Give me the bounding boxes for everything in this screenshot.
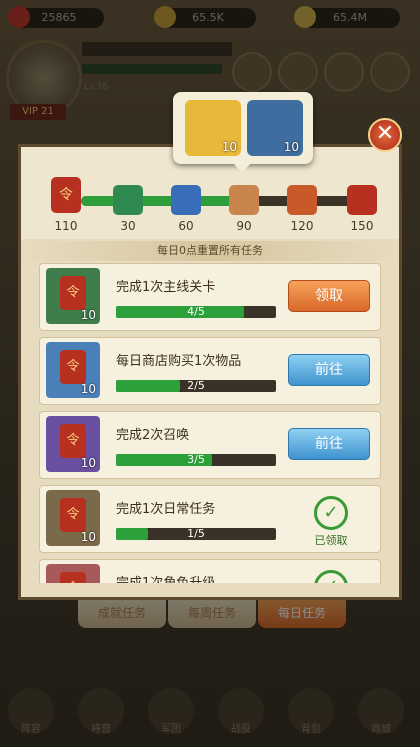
reward-count: 10	[80, 530, 96, 544]
task-reward-icon: 令 10	[46, 416, 100, 472]
check-icon: ✓	[314, 496, 348, 530]
reward-chest-icon[interactable]	[229, 185, 259, 215]
task-list[interactable]: 令 10 完成1次主线关卡 4/5 领取令 10 每日商店购买1次物品 2/5 前往令 10 完成2…	[39, 263, 387, 583]
task-row: 令 10 完成2次召唤 3/5 前往	[39, 411, 381, 479]
order-token-icon: 令	[60, 424, 86, 458]
check-icon: ✓	[314, 570, 348, 583]
task-reward-icon: 令 10	[46, 268, 100, 324]
reward-count: 10	[80, 308, 96, 322]
task-progress-bar: 1/5	[116, 528, 276, 540]
chest-milestone-label: 30	[120, 219, 136, 233]
reset-notice: 每日0点重置所有任务	[21, 241, 399, 261]
chest-milestone-label: 60	[178, 219, 194, 233]
activity-points-icon: 令	[51, 177, 81, 213]
order-token-icon: 令	[60, 276, 86, 310]
close-button[interactable]: ✕	[368, 118, 402, 152]
task-title: 每日商店购买1次物品	[116, 354, 242, 369]
activity-points-value: 110	[54, 219, 78, 233]
task-progress-bar: 2/5	[116, 380, 276, 392]
reward-item: 10	[185, 100, 241, 156]
reward-preview-popup: 10 10	[173, 92, 313, 173]
daily-task-panel: 令 110 30 60 90 120 150 每日0点重置所有任务 令 10 完成1次主线关…	[18, 144, 402, 600]
reward-count: 10	[80, 382, 96, 396]
reward-count: 10	[80, 456, 96, 470]
claim-button[interactable]: 领取	[288, 280, 370, 312]
task-row: 令 10 完成1次日常任务 1/5 ✓ 已领取	[39, 485, 381, 553]
reward-chest-icon[interactable]	[287, 185, 317, 215]
task-reward-icon: 令 10	[46, 342, 100, 398]
task-progress-text: 2/5	[187, 379, 205, 392]
task-row: 令 完成1次角色升级 ✓	[39, 559, 381, 583]
task-title: 完成1次日常任务	[116, 502, 216, 517]
go-button[interactable]: 前往	[288, 428, 370, 460]
task-reward-icon: 令	[46, 564, 100, 583]
claimed-status: ✓ 已领取	[306, 496, 356, 547]
chest-milestone-label: 120	[290, 219, 314, 233]
reward-item: 10	[247, 100, 303, 156]
claimed-status: ✓	[306, 570, 356, 583]
task-progress-text: 3/5	[187, 453, 205, 466]
task-title: 完成2次召唤	[116, 428, 190, 443]
task-reward-icon: 令 10	[46, 490, 100, 546]
activity-progress-fill	[81, 196, 240, 206]
task-title: 完成1次主线关卡	[116, 280, 216, 295]
order-token-icon: 令	[60, 350, 86, 384]
task-row: 令 10 完成1次主线关卡 4/5 领取	[39, 263, 381, 331]
reward-chest-icon[interactable]	[113, 185, 143, 215]
task-progress-bar: 4/5	[116, 306, 276, 318]
chest-milestone-label: 150	[350, 219, 374, 233]
reward-chest-icon[interactable]	[171, 185, 201, 215]
task-title: 完成1次角色升级	[116, 572, 215, 583]
order-token-icon: 令	[60, 498, 86, 532]
task-progress-bar: 3/5	[116, 454, 276, 466]
go-button[interactable]: 前往	[288, 354, 370, 386]
order-token-icon: 令	[60, 572, 86, 583]
task-progress-text: 1/5	[187, 527, 205, 540]
claimed-label: 已领取	[314, 534, 348, 547]
reward-chest-icon[interactable]	[347, 185, 377, 215]
chest-milestone-label: 90	[236, 219, 252, 233]
task-progress-text: 4/5	[187, 305, 205, 318]
task-row: 令 10 每日商店购买1次物品 2/5 前往	[39, 337, 381, 405]
